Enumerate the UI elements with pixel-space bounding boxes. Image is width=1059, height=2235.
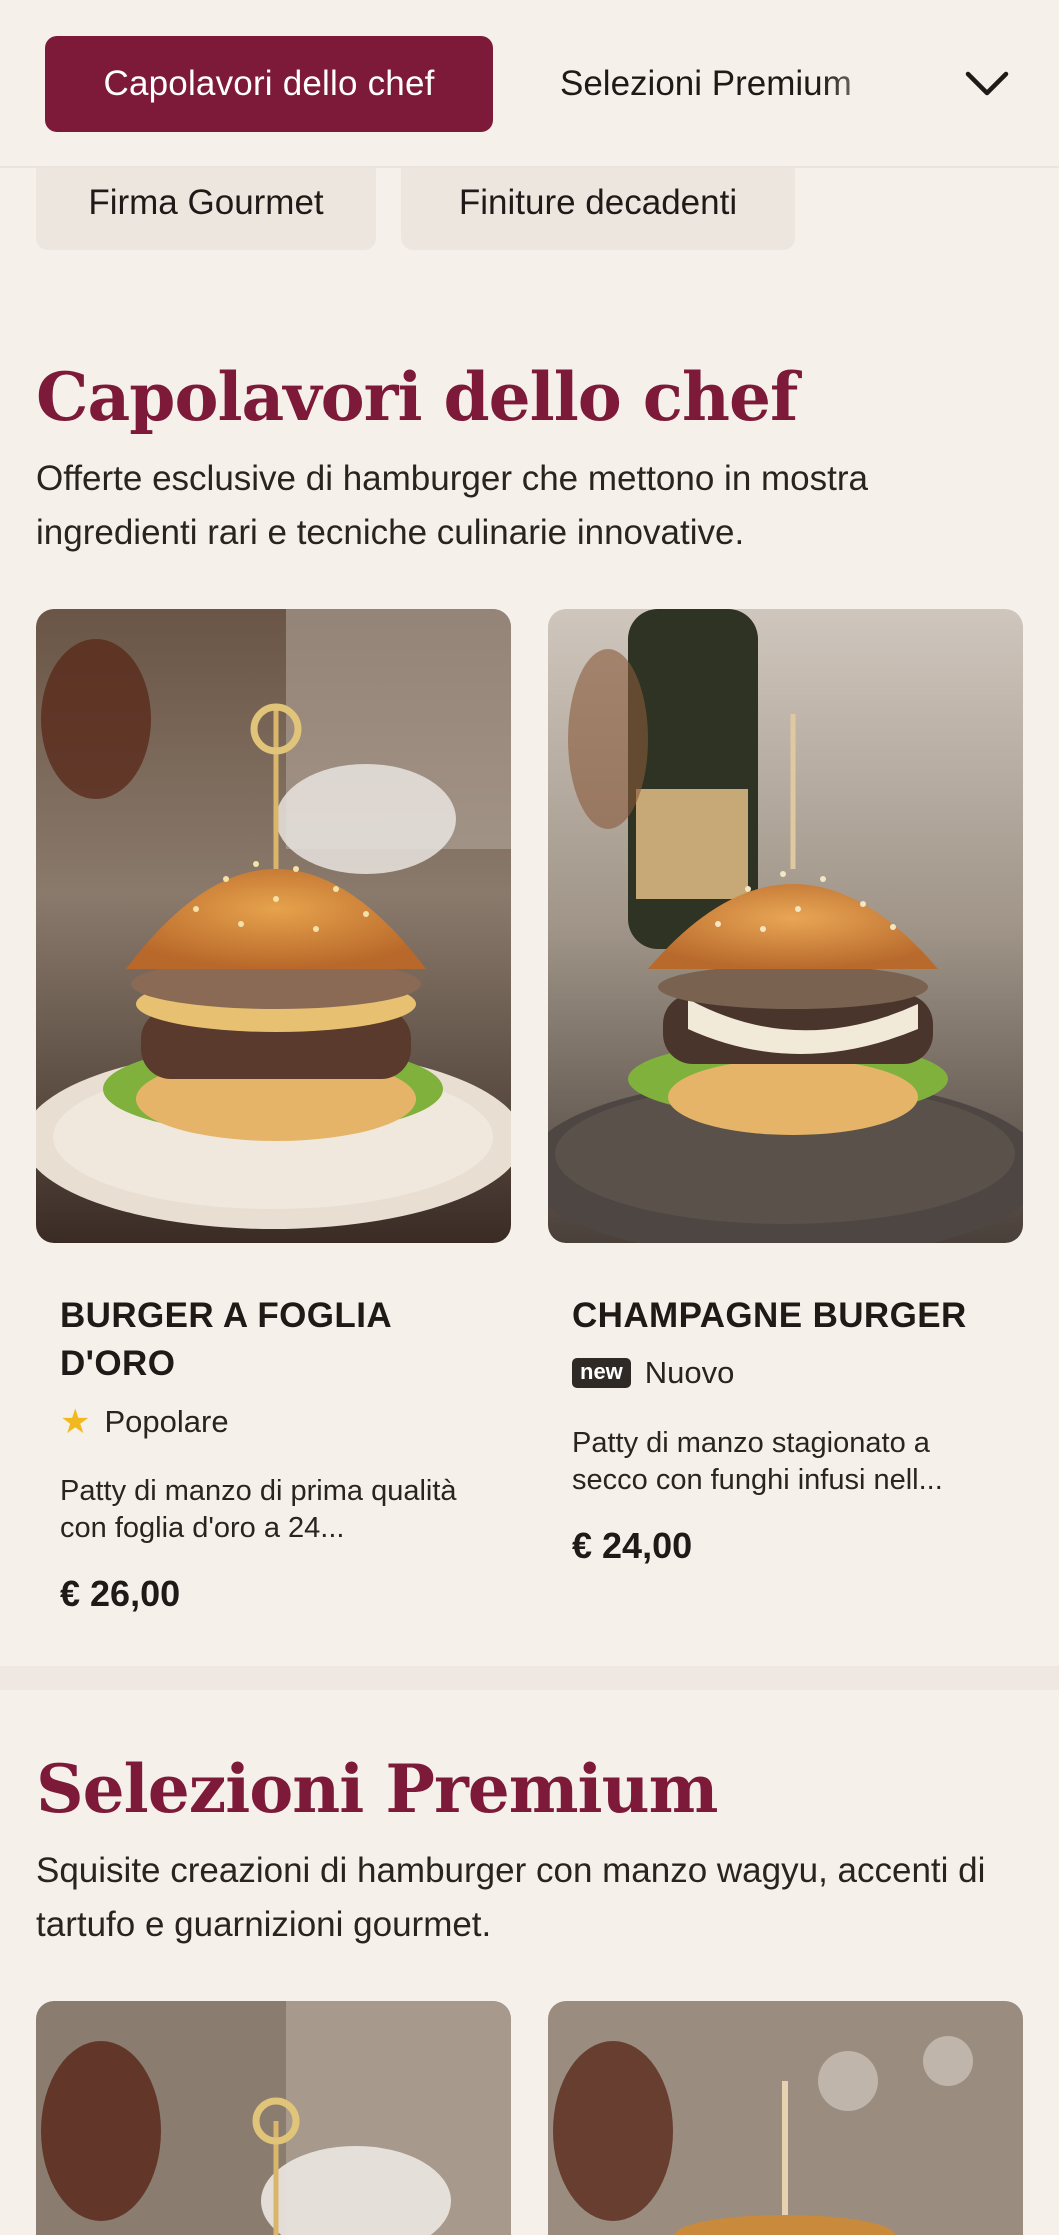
product-price: € 26,00 bbox=[60, 1573, 181, 1614]
section-title: Capolavori dello chef bbox=[36, 358, 798, 436]
tab-fade-overlay bbox=[820, 36, 940, 132]
product-description: Patty di manzo di prima qualità con fogl… bbox=[60, 1475, 457, 1544]
product-image[interactable] bbox=[36, 2001, 511, 2235]
chevron-down-icon[interactable] bbox=[960, 60, 1014, 108]
section-description: Offerte esclusive di hamburger che metto… bbox=[36, 459, 868, 552]
product-description: Patty di manzo stagionato a secco con fu… bbox=[572, 1427, 943, 1496]
chip-label: Finiture decadenti bbox=[458, 183, 738, 222]
section-divider bbox=[0, 1666, 1059, 1690]
product-price: € 24,00 bbox=[572, 1525, 693, 1566]
product-name[interactable]: CHAMPAGNE BURGER bbox=[572, 1292, 1012, 1340]
section-description: Squisite creazioni di hamburger con manz… bbox=[36, 1851, 986, 1944]
badge-popular: ★ Popolare bbox=[60, 1402, 229, 1442]
badge-label: Nuovo bbox=[644, 1355, 735, 1390]
product-image-burger-foglia-oro[interactable] bbox=[36, 609, 511, 1243]
product-image[interactable] bbox=[548, 2001, 1023, 2235]
badge-new: new Nuovo bbox=[572, 1355, 734, 1391]
star-icon: ★ bbox=[60, 1403, 91, 1441]
product-image-champagne-burger[interactable] bbox=[548, 609, 1023, 1243]
tab-capolavori-dello-chef[interactable]: Capolavori dello chef bbox=[45, 36, 493, 132]
category-nav: Capolavori dello chef Selezioni Premium bbox=[0, 0, 1059, 168]
new-tag: new bbox=[572, 1358, 631, 1388]
chip-label: Firma Gourmet bbox=[88, 183, 324, 222]
section-title: Selezioni Premium bbox=[36, 1750, 718, 1828]
product-name[interactable]: BURGER A FOGLIA D'ORO bbox=[60, 1292, 480, 1388]
badge-label: Popolare bbox=[104, 1404, 229, 1439]
